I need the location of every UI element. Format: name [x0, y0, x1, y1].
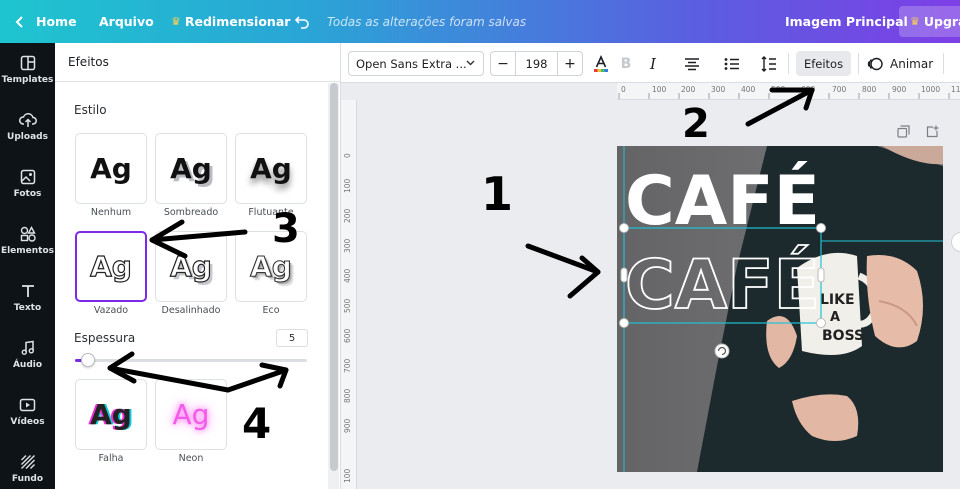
- arrow-4-right: [225, 367, 289, 393]
- annotation-number: 1: [481, 167, 513, 221]
- annotation-number: 4: [242, 399, 271, 448]
- arrow-2: [745, 87, 815, 127]
- annotation-number: 2: [682, 101, 710, 147]
- arrow-4-left-head: [107, 351, 137, 384]
- arrow-1: [525, 243, 601, 275]
- annotation-layer: 1 2 3 4: [107, 87, 815, 448]
- annotation-number: 3: [272, 206, 300, 252]
